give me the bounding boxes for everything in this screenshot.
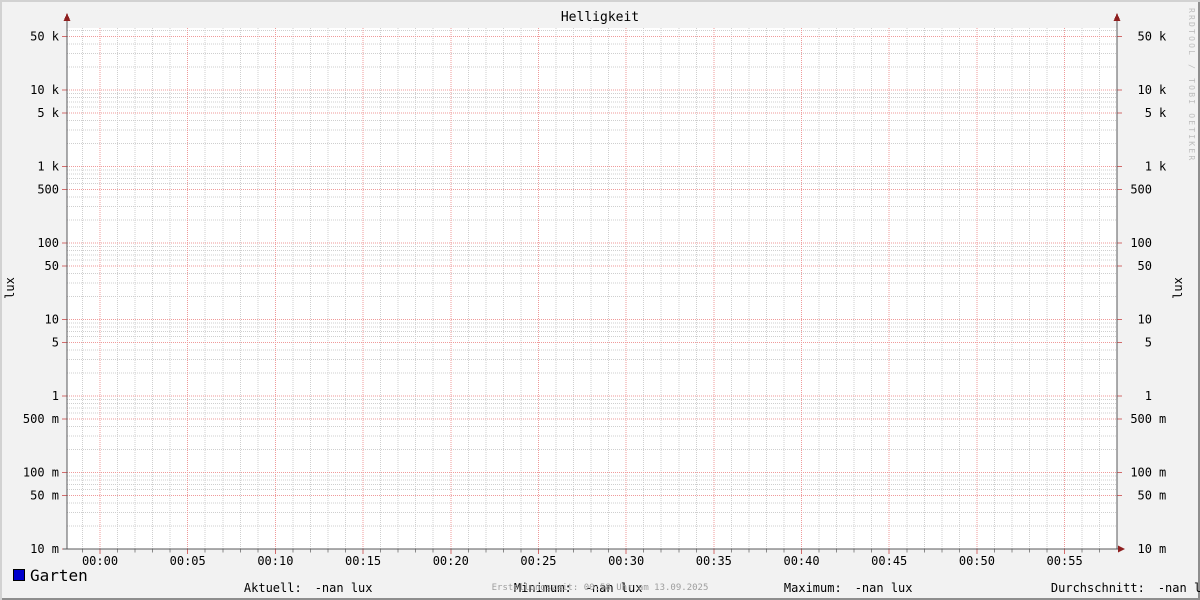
y-tick-label-right-unit: k (1159, 160, 1167, 174)
y-tick-label-right: 1 (1145, 389, 1152, 403)
y-tick-label-left: 5 k (37, 106, 59, 120)
y-tick-label-right: 50 (1138, 30, 1152, 44)
y-axis-unit-right: lux (1171, 277, 1185, 299)
x-tick-label: 00:10 (257, 554, 293, 568)
y-tick-label-left: 1 (52, 389, 59, 403)
y-tick-label-right: 10 (1138, 542, 1152, 556)
page-title: Helligkeit (560, 10, 640, 25)
y-tick-label-right: 50 (1138, 489, 1152, 503)
y-tick-label-right-unit: m (1159, 466, 1166, 480)
rrdtool-watermark: RRDTOOL / TOBI OETIKER (1187, 8, 1196, 163)
y-tick-label-right-unit: m (1159, 412, 1166, 426)
x-tick-label: 00:30 (608, 554, 644, 568)
y-tick-label-left: 500 (37, 183, 59, 197)
y-tick-label-left: 10 (45, 313, 59, 327)
chart-plot: 00:00 00:05 00:10 00:15 00:20 00:25 00:30 00:35… (23, 13, 1167, 568)
x-tick-label: 00:05 (170, 554, 206, 568)
y-tick-label-right: 5 (1145, 106, 1152, 120)
x-axis-arrow (1118, 545, 1125, 553)
x-tick-label: 00:55 (1047, 554, 1083, 568)
y-tick-label-left: 500 m (23, 412, 59, 426)
y-tick-label-left: 50 k (30, 30, 60, 44)
y-tick-label-right: 10 (1138, 313, 1152, 327)
y-tick-label-left: 1 k (37, 160, 59, 174)
y-tick-label-left: 10 k (30, 83, 60, 97)
x-tick-label: 00:50 (959, 554, 995, 568)
creation-time-note: Erstellungszeit: 00:58 Uhr am 13.09.2025 (491, 583, 709, 593)
y-axis-unit-left: lux (3, 277, 17, 299)
y-tick-label-right: 5 (1145, 336, 1152, 350)
y-tick-label-right: 100 (1130, 236, 1152, 250)
y-tick-label-left: 5 (52, 336, 59, 350)
y-tick-label-right: 500 (1130, 183, 1152, 197)
y-tick-label-right: 50 (1138, 259, 1152, 273)
y-tick-label-left: 50 m (30, 489, 59, 503)
y-tick-label-right: 10 (1138, 83, 1152, 97)
x-tick-label: 00:35 (696, 554, 732, 568)
y-tick-label-left: 10 m (30, 542, 59, 556)
x-tick-label: 00:20 (433, 554, 469, 568)
y-tick-label-left: 100 m (23, 466, 59, 480)
y-tick-label-left: 50 (45, 259, 59, 273)
y-tick-label-right-unit: m (1159, 542, 1166, 556)
y-tick-label-right-unit: k (1159, 106, 1167, 120)
y-tick-label-left: 100 (37, 236, 59, 250)
y-tick-label-right: 500 (1130, 412, 1152, 426)
legend-series-label: Garten (30, 566, 88, 585)
y-tick-label-right-unit: k (1159, 83, 1167, 97)
x-tick-label: 00:15 (345, 554, 381, 568)
y-tick-label-right: 1 (1145, 160, 1152, 174)
x-tick-label: 00:25 (520, 554, 556, 568)
rrdtool-graph: 00:00 00:05 00:10 00:15 00:20 00:25 00:30 00:35… (0, 0, 1200, 600)
x-tick-label: 00:45 (871, 554, 907, 568)
y-tick-label-right-unit: k (1159, 30, 1167, 44)
x-tick-label: 00:40 (783, 554, 819, 568)
y-tick-label-right: 100 (1130, 466, 1152, 480)
legend-color-swatch (13, 569, 25, 581)
y-tick-label-right-unit: m (1159, 489, 1166, 503)
